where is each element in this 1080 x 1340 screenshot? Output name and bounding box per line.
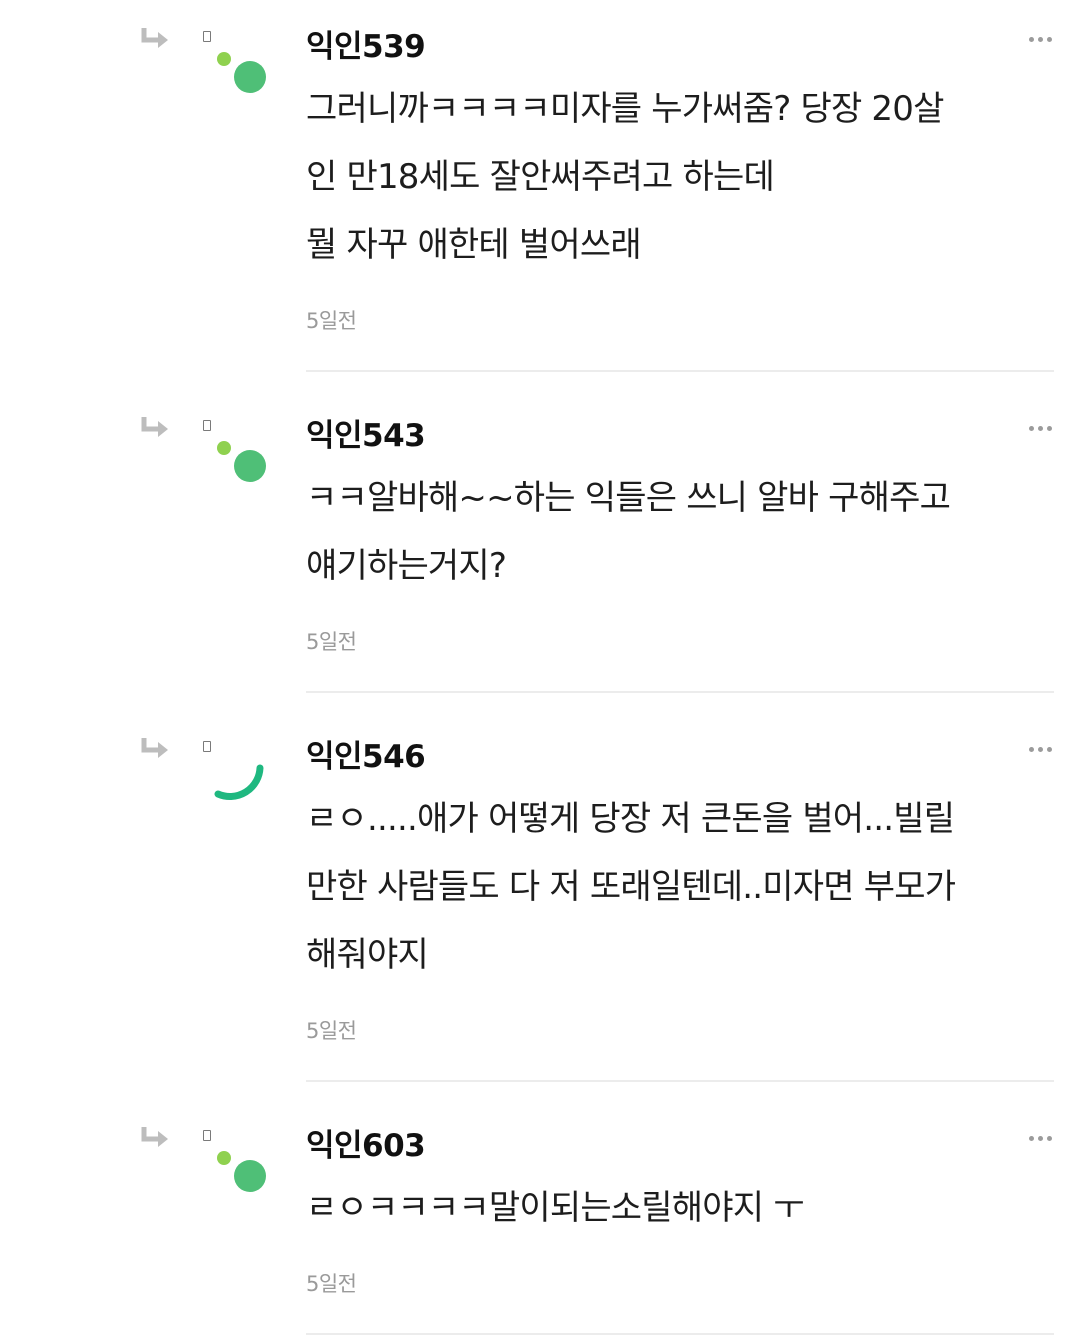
comment-line: ㄹㅇㅋㅋㅋㅋ말이되는소릴해야지 ㅜ	[306, 1188, 804, 1228]
more-options-dot-icon	[1046, 1135, 1052, 1141]
more-options-dot-icon	[1028, 1135, 1034, 1141]
comment-list: 익인539 그러니까ㅋㅋㅋㅋ미자를 누가써줌? 당장 20살 인 만18세도 잘…	[0, 0, 1080, 1340]
comment-timestamp: 5일전	[306, 1272, 357, 1296]
comment-nickname[interactable]: 익인603	[306, 1120, 426, 1165]
profile-marker-icon	[203, 1130, 211, 1141]
more-options-dot-icon	[1037, 1135, 1043, 1141]
comment-item: 익인603 ㄹㅇㅋㅋㅋㅋ말이되는소릴해야지 ㅜ 5일전	[0, 0, 1080, 1340]
reply-arrow-icon	[141, 1127, 168, 1147]
more-options-button[interactable]	[1022, 1128, 1058, 1148]
avatar-dots-icon[interactable]	[212, 1149, 272, 1199]
comment-divider	[306, 1333, 1054, 1335]
comment-body: ㄹㅇㅋㅋㅋㅋ말이되는소릴해야지 ㅜ	[306, 1174, 1056, 1242]
